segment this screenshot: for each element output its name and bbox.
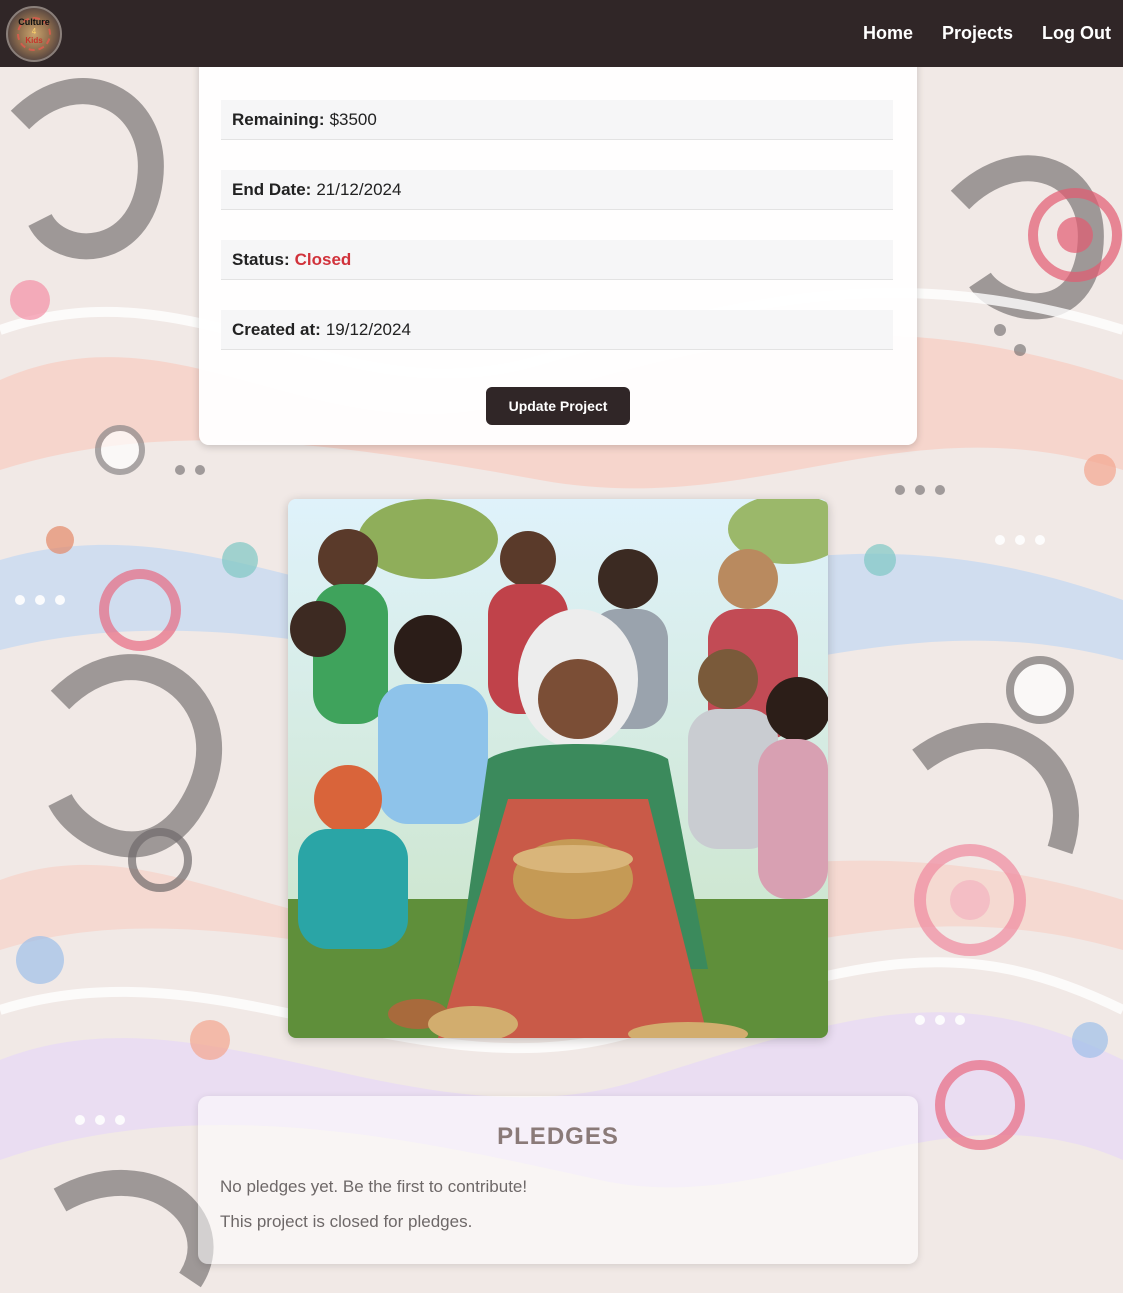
pledges-title: PLEDGES xyxy=(497,1123,619,1150)
no-pledges-text: No pledges yet. Be the first to contribu… xyxy=(220,1177,528,1196)
remaining-row: Remaining: $3500 xyxy=(221,100,893,140)
created-at-row: Created at: 19/12/2024 xyxy=(221,310,893,350)
project-image xyxy=(288,499,828,1038)
status-row: Status: Closed xyxy=(221,240,893,280)
closed-for-pledges-text: This project is closed for pledges. xyxy=(220,1212,473,1231)
top-navbar: Culture 4 Kids Home Projects Log Out xyxy=(0,0,1123,67)
nav-projects-link[interactable]: Projects xyxy=(942,23,1013,44)
update-project-button[interactable]: Update Project xyxy=(486,387,630,425)
logo-text-bottom: Kids xyxy=(25,35,43,45)
end-date-value: 21/12/2024 xyxy=(316,179,402,199)
created-at-label: Created at: xyxy=(232,319,321,339)
logo-text-top: Culture xyxy=(18,16,50,27)
nav-logout-link[interactable]: Log Out xyxy=(1042,23,1111,44)
end-date-label: End Date: xyxy=(232,179,312,199)
status-value: Closed xyxy=(294,249,352,269)
pledges-section: PLEDGES No pledges yet. Be the first to … xyxy=(198,1096,918,1264)
culture-4-kids-logo[interactable]: Culture 4 Kids xyxy=(6,5,62,62)
end-date-row: End Date: 21/12/2024 xyxy=(221,170,893,210)
status-label: Status: xyxy=(232,249,290,269)
project-details-card: Remaining: $3500 End Date: 21/12/2024 St… xyxy=(199,48,917,445)
remaining-value: $3500 xyxy=(329,109,377,129)
nav-links: Home Projects Log Out xyxy=(863,23,1111,44)
created-at-value: 19/12/2024 xyxy=(325,319,411,339)
logo-text-mid: 4 xyxy=(31,26,37,36)
remaining-label: Remaining: xyxy=(232,109,325,129)
nav-home-link[interactable]: Home xyxy=(863,23,913,44)
